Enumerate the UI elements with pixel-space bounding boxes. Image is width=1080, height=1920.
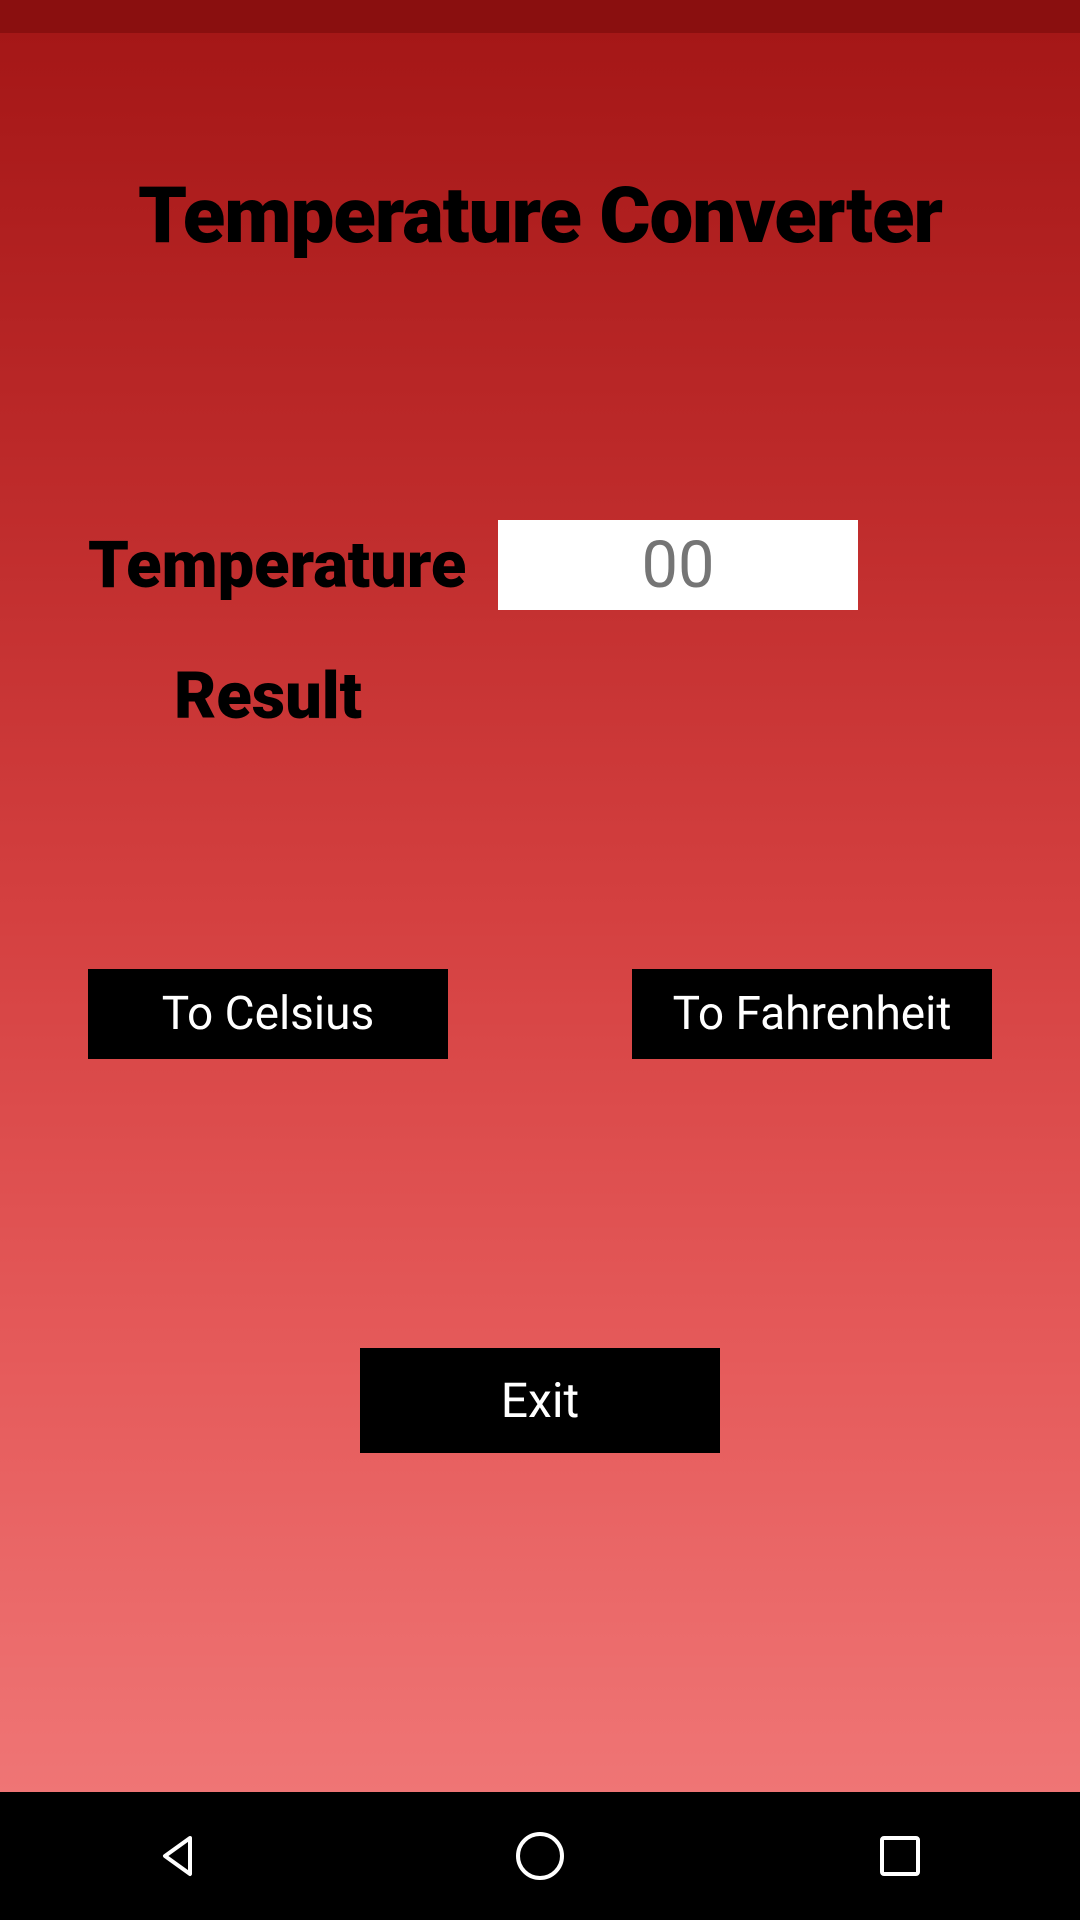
navigation-bar	[0, 1792, 1080, 1920]
exit-button[interactable]: Exit	[360, 1348, 720, 1453]
input-row: Temperature	[88, 520, 992, 610]
to-celsius-button[interactable]: To Celsius	[88, 969, 448, 1059]
to-fahrenheit-button[interactable]: To Fahrenheit	[632, 969, 992, 1059]
page-title: Temperature Converter	[88, 33, 992, 262]
home-circle-icon	[510, 1826, 570, 1886]
home-button[interactable]	[510, 1826, 570, 1886]
recent-apps-button[interactable]	[870, 1826, 930, 1886]
temperature-label: Temperature	[88, 527, 448, 603]
button-row: To Celsius To Fahrenheit	[88, 969, 992, 1059]
app-content: Temperature Converter Temperature Result…	[0, 33, 1080, 1792]
back-button[interactable]	[150, 1826, 210, 1886]
temperature-input[interactable]	[498, 520, 858, 610]
status-bar	[0, 0, 1080, 33]
result-row: Result	[88, 658, 992, 734]
back-triangle-icon	[150, 1826, 210, 1886]
recent-square-icon	[870, 1826, 930, 1886]
result-label: Result	[88, 658, 448, 734]
